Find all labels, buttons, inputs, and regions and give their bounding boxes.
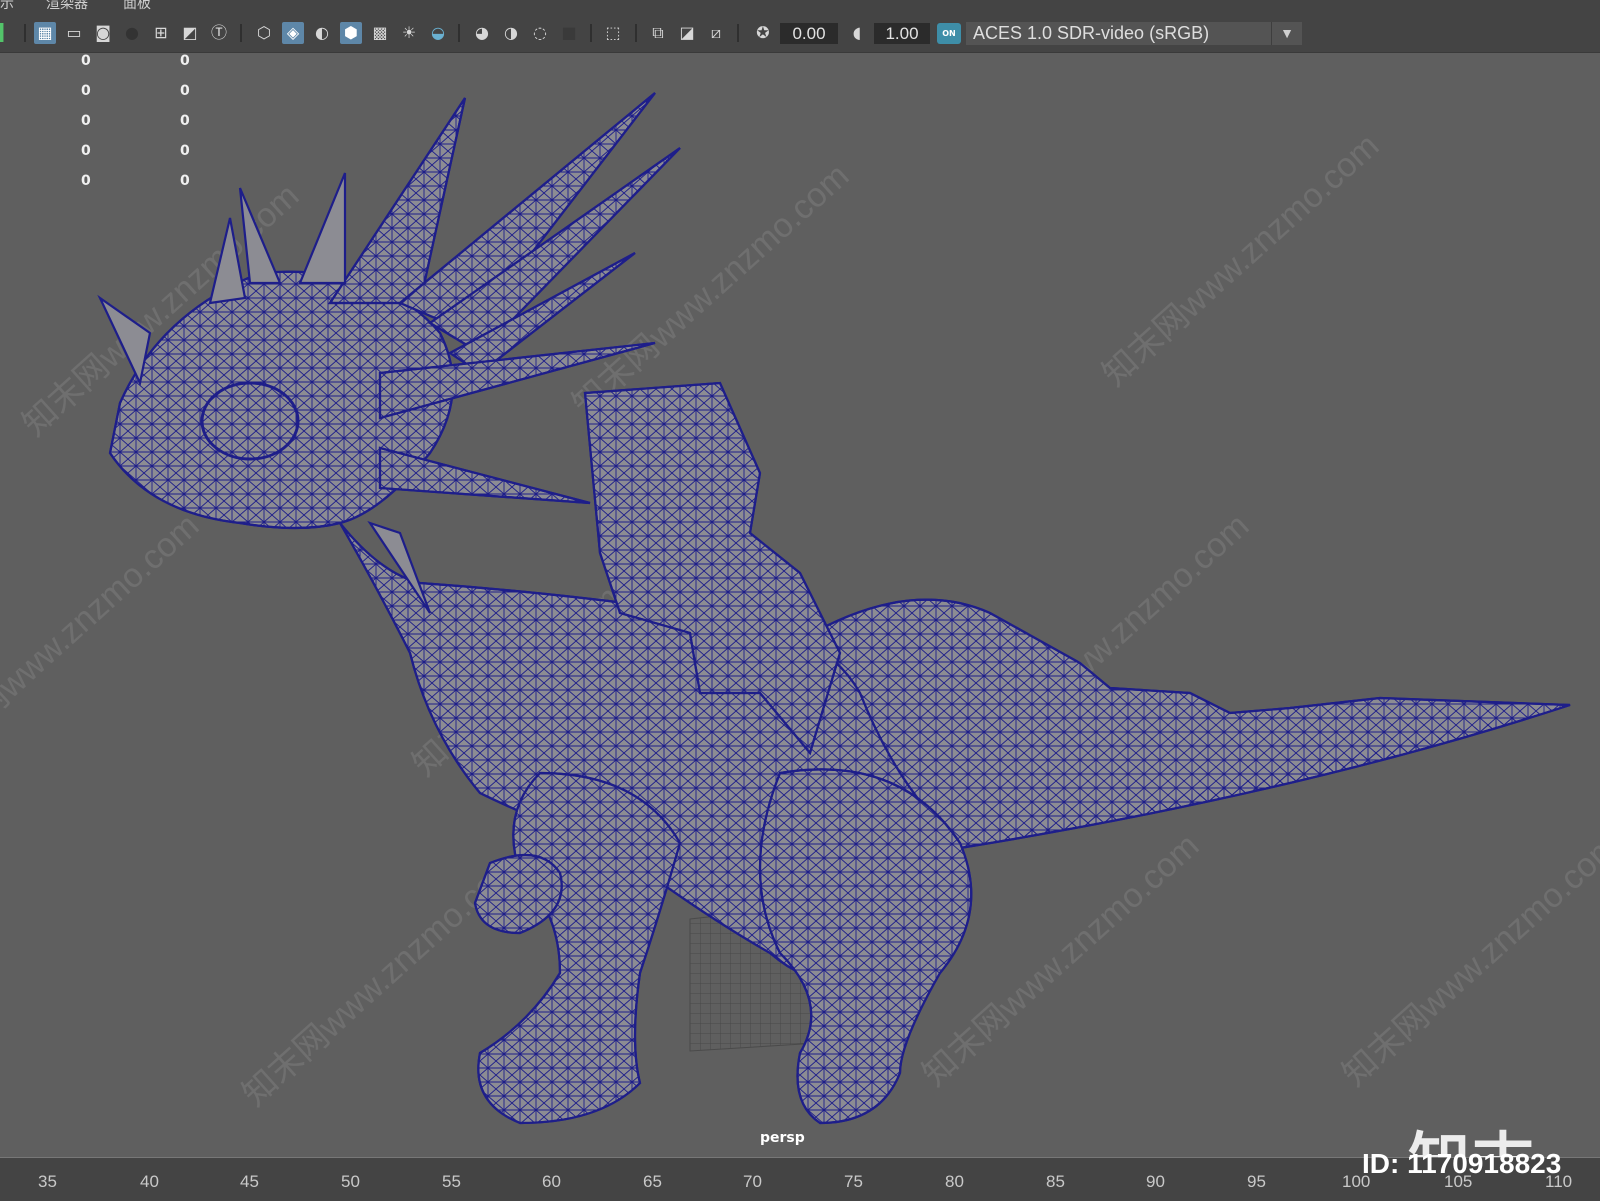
toolbar-divider [737, 24, 739, 42]
time-tick-label: 50 [341, 1172, 360, 1191]
smooth-shade-icon[interactable]: ◈ [282, 22, 304, 44]
menu-item-panels[interactable]: 面板 [123, 0, 151, 11]
colorspace-dropdown[interactable]: ACES 1.0 SDR-video (sRGB) ▼ [966, 22, 1302, 45]
chevron-down-icon[interactable]: ▼ [1271, 22, 1302, 45]
gamma-icon[interactable]: ◖ [846, 22, 868, 44]
menu-bar: 示 渲染器 面板 [0, 0, 1600, 14]
time-tick-label: 95 [1247, 1172, 1266, 1191]
screen-space-ao-icon[interactable]: ◕ [471, 22, 493, 44]
time-tick-label: 70 [743, 1172, 762, 1191]
menu-item-renderer[interactable]: 渲染器 [46, 0, 88, 11]
time-tick-label: 55 [442, 1172, 461, 1191]
toolbar-divider [635, 24, 637, 42]
shadows-icon[interactable]: ◒ [427, 22, 449, 44]
grid-icon[interactable]: ▦ [34, 22, 56, 44]
exposure-field[interactable]: 0.00 [780, 23, 838, 44]
time-tick-label: 90 [1146, 1172, 1165, 1191]
time-tick-label: 80 [945, 1172, 964, 1191]
toolbar-divider [590, 24, 592, 42]
gate-mask-icon[interactable]: ● [121, 22, 143, 44]
colorspace-toggle-icon[interactable]: ON [937, 23, 961, 44]
resolution-gate-icon[interactable]: ◙ [92, 22, 114, 44]
camera-lock-icon[interactable]: ▍ [0, 22, 11, 44]
time-tick-label: 75 [844, 1172, 863, 1191]
camera-label: persp [760, 1130, 805, 1146]
wireframe-on-shaded-icon[interactable]: ⬢ [340, 22, 362, 44]
dragon-wireframe-model[interactable] [0, 53, 1600, 1157]
gamma-field[interactable]: 1.00 [874, 23, 930, 44]
dragon-spike [298, 172, 347, 285]
image-id-label: ID: 1170918823 [1362, 1148, 1562, 1179]
film-gate-icon[interactable]: ▭ [63, 22, 85, 44]
safe-title-icon[interactable]: Ⓣ [208, 22, 230, 44]
menu-item-display[interactable]: 示 [0, 0, 14, 11]
viewport-toolbar: ▍ ▦ ▭ ◙ ● ⊞ ◩ Ⓣ ⬡ ◈ ◐ ⬢ ▩ ☀ ◒ ◕ ◑ ◌ ■ ⬚ … [0, 14, 1600, 53]
time-tick-label: 40 [140, 1172, 159, 1191]
use-all-lights-icon[interactable]: ☀ [398, 22, 420, 44]
depth-of-field-icon[interactable]: ■ [558, 22, 580, 44]
xray-joints-icon[interactable]: ⧉ [647, 22, 669, 44]
toolbar-divider [24, 24, 26, 42]
dragon-spike [208, 217, 247, 305]
default-material-icon[interactable]: ◐ [311, 22, 333, 44]
multisample-aa-icon[interactable]: ◌ [529, 22, 551, 44]
dragon-spike [97, 294, 152, 387]
field-chart-icon[interactable]: ⊞ [150, 22, 172, 44]
exposure-icon[interactable]: ✪ [752, 22, 774, 44]
xray-icon[interactable]: ▩ [369, 22, 391, 44]
time-tick-label: 85 [1046, 1172, 1065, 1191]
wireframe-icon[interactable]: ⬡ [253, 22, 275, 44]
backface-cull-icon[interactable]: ⧄ [705, 22, 727, 44]
dragon-spike [238, 187, 282, 285]
motion-blur-icon[interactable]: ◑ [500, 22, 522, 44]
safe-action-icon[interactable]: ◩ [179, 22, 201, 44]
time-tick-label: 60 [542, 1172, 561, 1191]
toolbar-divider [458, 24, 460, 42]
time-tick-label: 45 [240, 1172, 259, 1191]
time-slider[interactable]: 35 40 45 50 55 60 65 70 75 80 85 90 95 1… [0, 1157, 1600, 1201]
time-tick-label: 65 [643, 1172, 662, 1191]
xray-active-icon[interactable]: ◪ [676, 22, 698, 44]
time-tick-label: 35 [38, 1172, 57, 1191]
isolate-select-icon[interactable]: ⬚ [602, 22, 624, 44]
toolbar-divider [240, 24, 242, 42]
3d-viewport[interactable]: 知末网www.znzmo.com 知末网www.znzmo.com 知末网www… [0, 53, 1600, 1157]
colorspace-label: ACES 1.0 SDR-video (sRGB) [973, 23, 1210, 43]
